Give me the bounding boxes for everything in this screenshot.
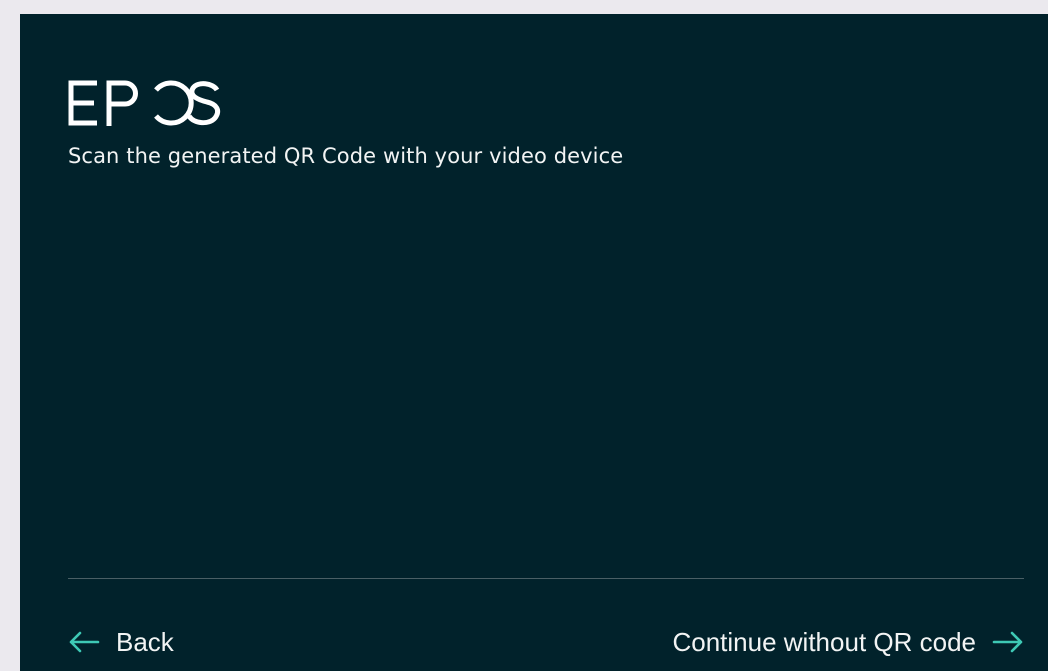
back-label: Back bbox=[116, 626, 174, 657]
arrow-left-icon bbox=[69, 631, 100, 653]
setup-panel: Scan the generated QR Code with your vid… bbox=[20, 14, 1048, 671]
footer-divider bbox=[68, 578, 1024, 579]
back-button[interactable]: Back bbox=[68, 626, 174, 658]
continue-label: Continue without QR code bbox=[672, 626, 976, 657]
arrow-right-icon bbox=[992, 631, 1023, 653]
instruction-text: Scan the generated QR Code with your vid… bbox=[68, 144, 624, 168]
epos-logo bbox=[68, 80, 221, 126]
continue-without-qr-button[interactable]: Continue without QR code bbox=[672, 626, 1024, 658]
